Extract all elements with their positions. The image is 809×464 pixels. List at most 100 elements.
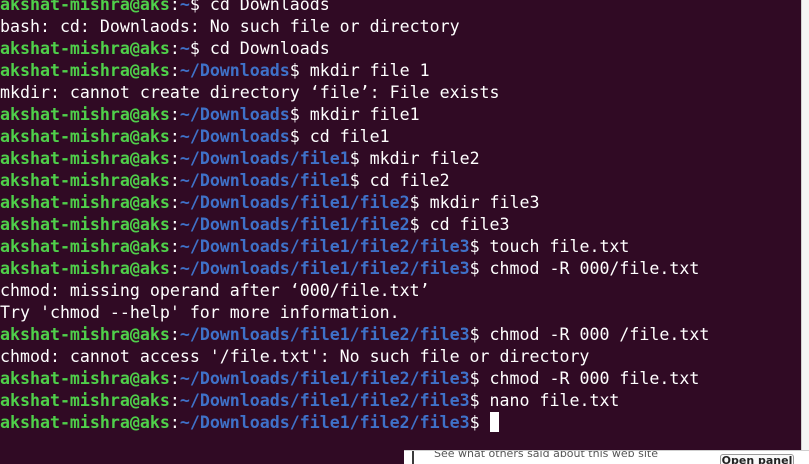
command-text: chmod -R 000/file.txt <box>489 259 700 278</box>
prompt-user-host: akshat-mishra@aks <box>0 391 170 410</box>
terminal-output[interactable]: akshat-mishra@aks:~$ cd Downlaods bash: c… <box>0 0 709 434</box>
prompt-line: akshat-mishra@aks:~/Downloads/file1/file… <box>0 214 709 236</box>
background-window-text: See what others said about this web site <box>434 450 658 460</box>
prompt-line: akshat-mishra@aks:~/Downloads/file1$ mkd… <box>0 148 709 170</box>
output-line: Try 'chmod --help' for more information. <box>0 303 400 322</box>
prompt-path: ~/Downloads/file1/file2 <box>179 215 410 234</box>
prompt-symbol: $ <box>289 127 310 146</box>
prompt-symbol: $ <box>409 193 430 212</box>
prompt-symbol: $ <box>469 237 490 256</box>
prompt-separator: : <box>169 0 180 14</box>
prompt-path: ~/Downloads/file1 <box>179 149 350 168</box>
prompt-path: ~/Downloads/file1 <box>179 171 350 190</box>
prompt-separator: : <box>169 105 180 124</box>
prompt-path: ~/Downloads/file1/file2 <box>179 193 410 212</box>
prompt-user-host: akshat-mishra@aks <box>0 325 170 344</box>
prompt-separator: : <box>169 325 180 344</box>
prompt-symbol: $ <box>469 413 490 432</box>
prompt-symbol: $ <box>469 391 490 410</box>
prompt-path: ~/Downloads/file1/file2/file3 <box>179 413 470 432</box>
prompt-user-host: akshat-mishra@aks <box>0 369 170 388</box>
prompt-symbol: $ <box>409 215 430 234</box>
prompt-separator: : <box>169 127 180 146</box>
prompt-path: ~/Downloads <box>179 127 290 146</box>
output-line: bash: cd: Downlaods: No such file or dir… <box>0 17 460 36</box>
prompt-path: ~ <box>179 0 190 14</box>
prompt-user-host: akshat-mishra@aks <box>0 61 170 80</box>
prompt-user-host: akshat-mishra@aks <box>0 149 170 168</box>
prompt-line: akshat-mishra@aks:~/Downloads/file1/file… <box>0 324 709 346</box>
prompt-symbol: $ <box>469 325 490 344</box>
command-text: cd file3 <box>429 215 510 234</box>
prompt-user-host: akshat-mishra@aks <box>0 0 170 14</box>
prompt-user-host: akshat-mishra@aks <box>0 39 170 58</box>
command-text: chmod -R 000 /file.txt <box>489 325 710 344</box>
prompt-symbol: $ <box>289 61 310 80</box>
prompt-path: ~/Downloads/file1/file2/file3 <box>179 391 470 410</box>
output-line: chmod: cannot access '/file.txt': No suc… <box>0 347 590 366</box>
output-line: chmod: missing operand after ‘000/file.t… <box>0 281 430 300</box>
prompt-separator: : <box>169 39 180 58</box>
background-window-edge <box>801 0 809 463</box>
prompt-separator: : <box>169 193 180 212</box>
command-text: cd file1 <box>309 127 390 146</box>
command-text: mkdir file 1 <box>309 61 430 80</box>
prompt-path: ~ <box>179 39 190 58</box>
prompt-separator: : <box>169 369 180 388</box>
prompt-symbol: $ <box>289 105 310 124</box>
prompt-user-host: akshat-mishra@aks <box>0 215 170 234</box>
command-text: cd file2 <box>369 171 450 190</box>
prompt-path: ~/Downloads/file1/file2/file3 <box>179 325 470 344</box>
background-window-fragment: See what others said about this web site… <box>404 450 809 464</box>
prompt-line: akshat-mishra@aks:~/Downloads/file1/file… <box>0 390 709 412</box>
prompt-symbol: $ <box>189 0 210 14</box>
terminal-window[interactable]: akshat-mishra@aks:~$ cd Downlaods bash: c… <box>0 0 801 463</box>
prompt-path: ~/Downloads <box>179 105 290 124</box>
command-text: cd Downlaods <box>209 0 330 14</box>
text-cursor <box>489 412 499 432</box>
prompt-path: ~/Downloads/file1/file2/file3 <box>179 369 470 388</box>
prompt-user-host: akshat-mishra@aks <box>0 127 170 146</box>
prompt-line: akshat-mishra@aks:~/Downloads/file1/file… <box>0 412 709 434</box>
prompt-line: akshat-mishra@aks:~/Downloads/file1$ cd … <box>0 170 709 192</box>
prompt-symbol: $ <box>349 171 370 190</box>
prompt-user-host: akshat-mishra@aks <box>0 193 170 212</box>
command-text: touch file.txt <box>489 237 630 256</box>
prompt-user-host: akshat-mishra@aks <box>0 171 170 190</box>
prompt-line: akshat-mishra@aks:~/Downloads$ mkdir fil… <box>0 104 709 126</box>
command-text: mkdir file2 <box>369 149 480 168</box>
prompt-path: ~/Downloads <box>179 61 290 80</box>
prompt-separator: : <box>169 237 180 256</box>
prompt-separator: : <box>169 215 180 234</box>
prompt-user-host: akshat-mishra@aks <box>0 413 170 432</box>
divider <box>412 451 414 464</box>
prompt-separator: : <box>169 149 180 168</box>
command-text: mkdir file1 <box>309 105 420 124</box>
prompt-symbol: $ <box>189 39 210 58</box>
prompt-line: akshat-mishra@aks:~$ cd Downloads <box>0 38 709 60</box>
prompt-separator: : <box>169 259 180 278</box>
prompt-line: akshat-mishra@aks:~/Downloads/file1/file… <box>0 368 709 390</box>
prompt-user-host: akshat-mishra@aks <box>0 237 170 256</box>
prompt-line: akshat-mishra@aks:~/Downloads/file1/file… <box>0 192 709 214</box>
prompt-path: ~/Downloads/file1/file2/file3 <box>179 237 470 256</box>
prompt-line: akshat-mishra@aks:~$ cd Downlaods <box>0 0 709 16</box>
output-line: mkdir: cannot create directory ‘file’: F… <box>0 83 500 102</box>
prompt-separator: : <box>169 413 180 432</box>
prompt-line: akshat-mishra@aks:~/Downloads/file1/file… <box>0 236 709 258</box>
prompt-symbol: $ <box>469 369 490 388</box>
command-text: nano file.txt <box>489 391 620 410</box>
prompt-symbol: $ <box>349 149 370 168</box>
command-text: chmod -R 000 file.txt <box>489 369 700 388</box>
prompt-symbol: $ <box>469 259 490 278</box>
prompt-line: akshat-mishra@aks:~/Downloads$ cd file1 <box>0 126 709 148</box>
prompt-separator: : <box>169 61 180 80</box>
prompt-line: akshat-mishra@aks:~/Downloads$ mkdir fil… <box>0 60 709 82</box>
prompt-line: akshat-mishra@aks:~/Downloads/file1/file… <box>0 258 709 280</box>
command-text: cd Downloads <box>209 39 330 58</box>
command-text: mkdir file3 <box>429 193 540 212</box>
prompt-path: ~/Downloads/file1/file2/file3 <box>179 259 470 278</box>
prompt-separator: : <box>169 171 180 190</box>
prompt-user-host: akshat-mishra@aks <box>0 259 170 278</box>
prompt-user-host: akshat-mishra@aks <box>0 105 170 124</box>
